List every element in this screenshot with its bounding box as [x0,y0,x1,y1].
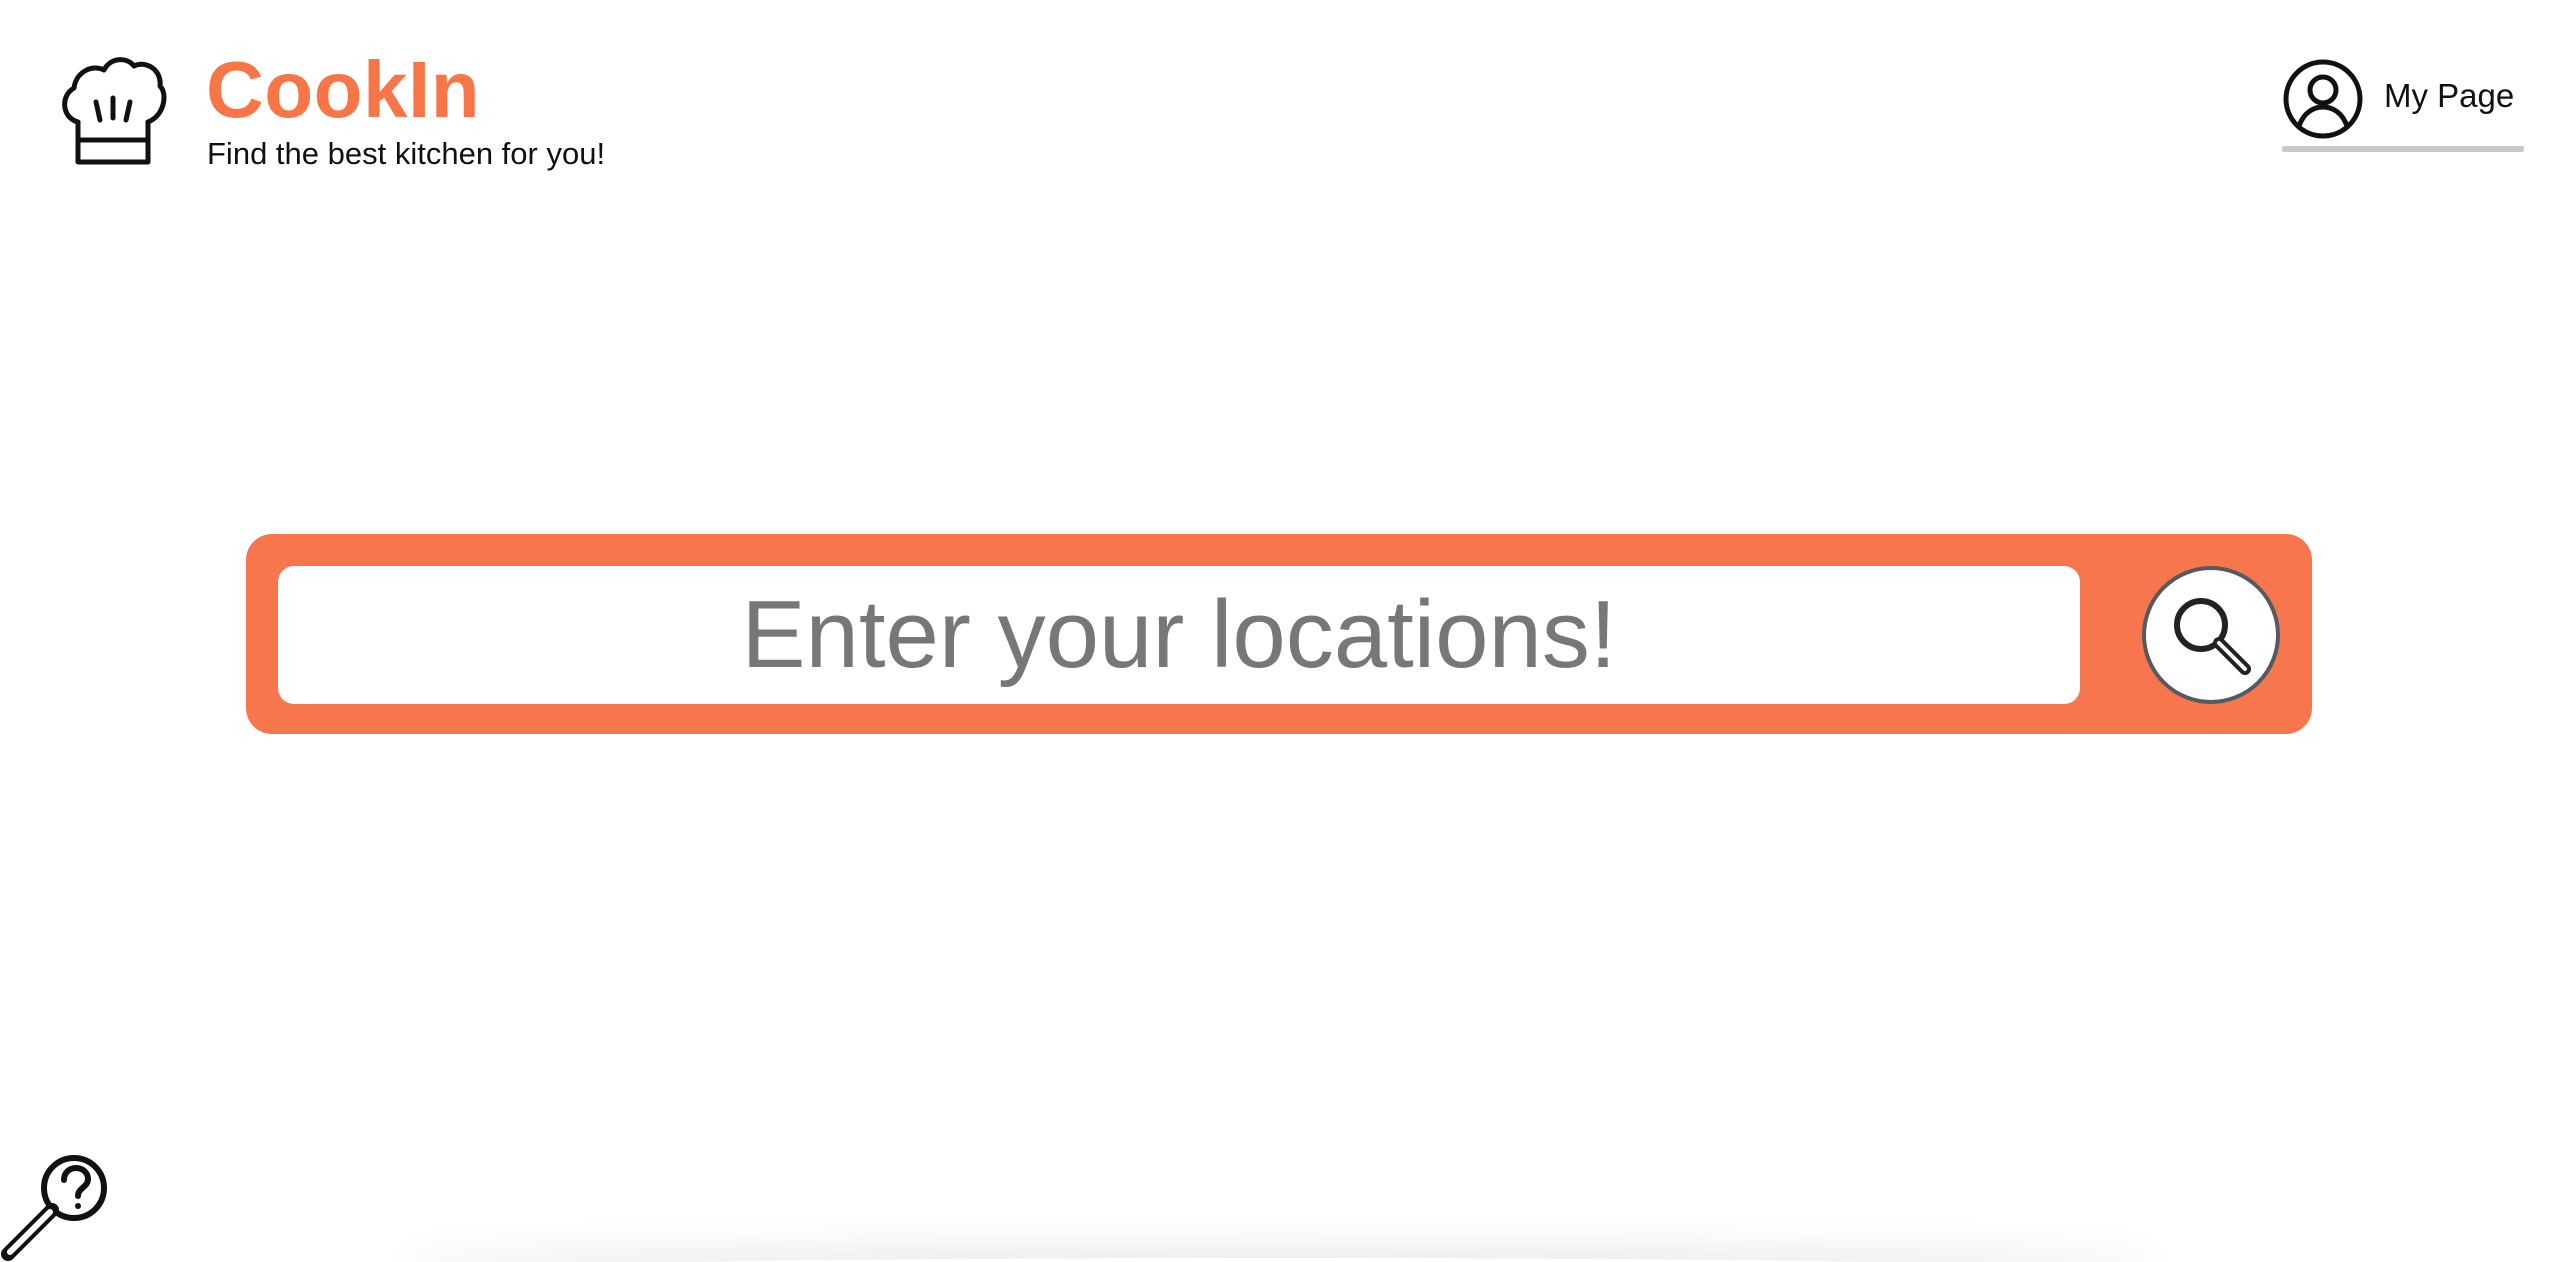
bottom-panel-edge [400,1258,2160,1262]
search-icon [2174,598,2251,675]
my-page-underline [2282,146,2524,152]
my-page-label: My Page [2384,77,2515,114]
chef-hat-icon [56,52,168,168]
user-circle-icon [2283,59,2363,139]
search-panel [246,534,2312,734]
location-search-input[interactable] [278,566,2080,704]
brand-name: CookIn [206,45,481,134]
my-page-link[interactable]: My Page [2282,58,2524,152]
help-magnifier-icon[interactable] [0,1152,110,1262]
brand-tagline: Find the best kitchen for you! [207,136,606,171]
search-button[interactable] [2142,566,2280,704]
page: CookIn Find the best kitchen for you! My… [0,0,2552,1262]
